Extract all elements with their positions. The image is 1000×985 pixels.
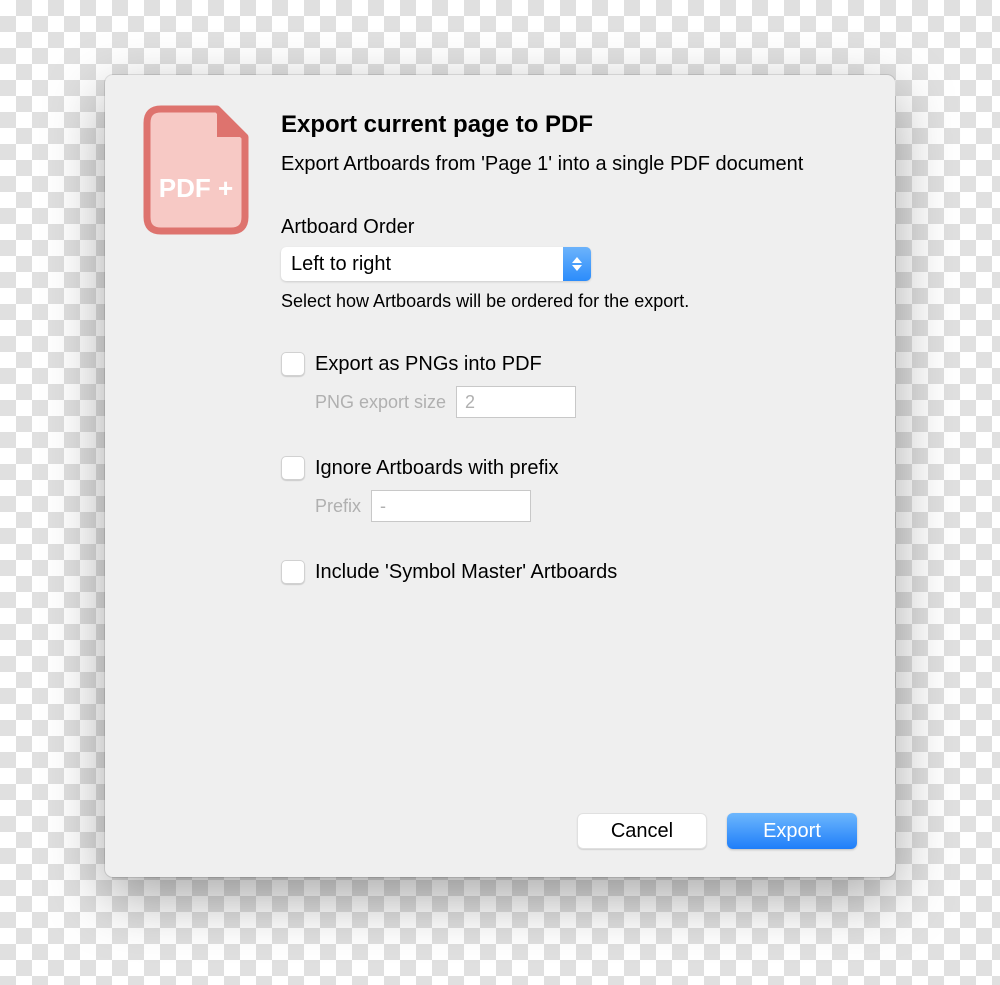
dialog-header: PDF + Export current page to PDF Export … [143, 105, 857, 614]
artboard-order-help: Select how Artboards will be ordered for… [281, 291, 857, 312]
export-pdf-dialog: PDF + Export current page to PDF Export … [105, 75, 895, 877]
png-size-input[interactable] [456, 386, 576, 418]
export-png-row: Export as PNGs into PDF [281, 352, 857, 376]
dialog-subtitle: Export Artboards from 'Page 1' into a si… [281, 151, 857, 178]
ignore-prefix-label: Ignore Artboards with prefix [315, 457, 558, 480]
prefix-row: Prefix [315, 490, 857, 522]
png-size-row: PNG export size [315, 386, 857, 418]
artboard-order-select[interactable]: Left to right [281, 247, 591, 281]
include-symbol-row: Include 'Symbol Master' Artboards [281, 560, 857, 584]
pdf-plus-icon: PDF + [143, 105, 253, 235]
prefix-label: Prefix [315, 496, 361, 517]
ignore-prefix-checkbox[interactable] [281, 456, 305, 480]
prefix-input[interactable] [371, 490, 531, 522]
dialog-content: Export current page to PDF Export Artboa… [281, 105, 857, 614]
include-symbol-label: Include 'Symbol Master' Artboards [315, 561, 617, 584]
png-size-label: PNG export size [315, 392, 446, 413]
include-symbol-checkbox[interactable] [281, 560, 305, 584]
artboard-order-value: Left to right [281, 247, 563, 281]
cancel-button[interactable]: Cancel [577, 813, 707, 849]
dialog-buttons: Cancel Export [143, 813, 857, 849]
export-button[interactable]: Export [727, 813, 857, 849]
select-stepper-icon [563, 247, 591, 281]
export-png-label: Export as PNGs into PDF [315, 353, 542, 376]
svg-text:PDF +: PDF + [159, 173, 233, 203]
artboard-order-select-row: Left to right [281, 247, 857, 281]
artboard-order-label: Artboard Order [281, 216, 857, 239]
export-png-checkbox[interactable] [281, 352, 305, 376]
ignore-prefix-row: Ignore Artboards with prefix [281, 456, 857, 480]
dialog-title: Export current page to PDF [281, 111, 857, 139]
